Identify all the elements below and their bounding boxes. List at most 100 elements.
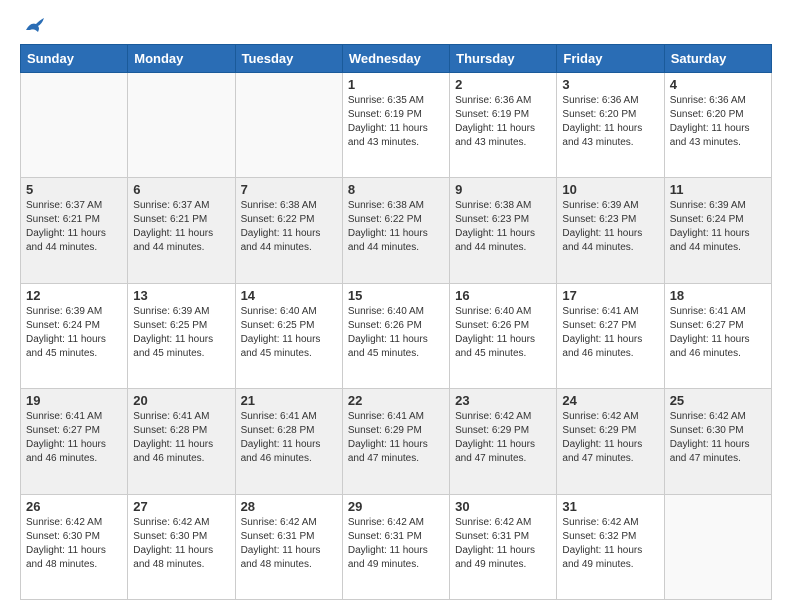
table-row: 24 Sunrise: 6:42 AM Sunset: 6:29 PM Dayli…: [557, 389, 664, 494]
day-number: 23: [455, 393, 551, 408]
day-number: 31: [562, 499, 658, 514]
table-row: 15Sunrise: 6:40 AM Sunset: 6:26 PM Dayli…: [342, 283, 449, 388]
day-info: Sunrise: 6:39 AM Sunset: 6:24 PM Dayligh…: [670, 199, 766, 255]
day-number: 28: [241, 499, 337, 514]
table-row: 22Sunrise: 6:41 AM Sunset: 6:29 PM Dayli…: [342, 389, 449, 494]
day-number: 29: [348, 499, 444, 514]
day-info: Sunrise: 6:41 AM Sunset: 6:27 PM Dayligh…: [26, 410, 122, 466]
day-info: Sunrise: 6:40 AM Sunset: 6:26 PM Dayligh…: [455, 305, 551, 361]
table-row: 3 Sunrise: 6:36 AM Sunset: 6:20 PM Daylig…: [557, 73, 664, 178]
day-info: Sunrise: 6:39 AM Sunset: 6:25 PM Dayligh…: [133, 305, 229, 361]
day-info: Sunrise: 6:41 AM Sunset: 6:29 PM Dayligh…: [348, 410, 444, 466]
day-number: 8: [348, 182, 444, 197]
calendar-week-row: 26 Sunrise: 6:42 AM Sunset: 6:30 PM Dayli…: [21, 494, 772, 599]
day-number: 27: [133, 499, 229, 514]
day-number: 17: [562, 288, 658, 303]
table-row: 5Sunrise: 6:37 AM Sunset: 6:21 PM Daylig…: [21, 178, 128, 283]
day-info: Sunrise: 6:36 AM Sunset: 6:19 PM Dayligh…: [455, 94, 551, 150]
day-info: Sunrise: 6:42 AM Sunset: 6:31 PM Dayligh…: [241, 516, 337, 572]
day-number: 16: [455, 288, 551, 303]
table-row: 14 Sunrise: 6:40 AM Sunset: 6:25 PM Dayli…: [235, 283, 342, 388]
day-info: Sunrise: 6:37 AM Sunset: 6:21 PM Dayligh…: [26, 199, 122, 255]
day-number: 13: [133, 288, 229, 303]
day-info: Sunrise: 6:37 AM Sunset: 6:21 PM Dayligh…: [133, 199, 229, 255]
day-info: Sunrise: 6:42 AM Sunset: 6:29 PM Dayligh…: [562, 410, 658, 466]
day-number: 30: [455, 499, 551, 514]
day-number: 24: [562, 393, 658, 408]
day-info: Sunrise: 6:36 AM Sunset: 6:20 PM Dayligh…: [562, 94, 658, 150]
day-number: 12: [26, 288, 122, 303]
day-info: Sunrise: 6:39 AM Sunset: 6:23 PM Dayligh…: [562, 199, 658, 255]
day-info: Sunrise: 6:42 AM Sunset: 6:32 PM Dayligh…: [562, 516, 658, 572]
day-number: 21: [241, 393, 337, 408]
table-row: 19 Sunrise: 6:41 AM Sunset: 6:27 PM Dayli…: [21, 389, 128, 494]
day-info: Sunrise: 6:38 AM Sunset: 6:23 PM Dayligh…: [455, 199, 551, 255]
calendar-header-row: Sunday Monday Tuesday Wednesday Thursday…: [21, 45, 772, 73]
page: Sunday Monday Tuesday Wednesday Thursday…: [0, 0, 792, 612]
table-row: 26 Sunrise: 6:42 AM Sunset: 6:30 PM Dayli…: [21, 494, 128, 599]
day-info: Sunrise: 6:40 AM Sunset: 6:26 PM Dayligh…: [348, 305, 444, 361]
table-row: 10 Sunrise: 6:39 AM Sunset: 6:23 PM Dayli…: [557, 178, 664, 283]
day-info: Sunrise: 6:40 AM Sunset: 6:25 PM Dayligh…: [241, 305, 337, 361]
table-row: 18 Sunrise: 6:41 AM Sunset: 6:27 PM Dayli…: [664, 283, 771, 388]
day-info: Sunrise: 6:42 AM Sunset: 6:31 PM Dayligh…: [348, 516, 444, 572]
table-row: 17 Sunrise: 6:41 AM Sunset: 6:27 PM Dayli…: [557, 283, 664, 388]
day-number: 18: [670, 288, 766, 303]
day-number: 9: [455, 182, 551, 197]
calendar-week-row: 1 Sunrise: 6:35 AM Sunset: 6:19 PM Daylig…: [21, 73, 772, 178]
table-row: 20 Sunrise: 6:41 AM Sunset: 6:28 PM Dayli…: [128, 389, 235, 494]
day-info: Sunrise: 6:42 AM Sunset: 6:30 PM Dayligh…: [26, 516, 122, 572]
col-sunday: Sunday: [21, 45, 128, 73]
day-info: Sunrise: 6:41 AM Sunset: 6:28 PM Dayligh…: [241, 410, 337, 466]
day-number: 6: [133, 182, 229, 197]
day-info: Sunrise: 6:42 AM Sunset: 6:29 PM Dayligh…: [455, 410, 551, 466]
calendar-week-row: 5Sunrise: 6:37 AM Sunset: 6:21 PM Daylig…: [21, 178, 772, 283]
table-row: 6 Sunrise: 6:37 AM Sunset: 6:21 PM Daylig…: [128, 178, 235, 283]
header: [20, 16, 772, 34]
table-row: 1 Sunrise: 6:35 AM Sunset: 6:19 PM Daylig…: [342, 73, 449, 178]
day-info: Sunrise: 6:36 AM Sunset: 6:20 PM Dayligh…: [670, 94, 766, 150]
day-info: Sunrise: 6:42 AM Sunset: 6:31 PM Dayligh…: [455, 516, 551, 572]
table-row: 8 Sunrise: 6:38 AM Sunset: 6:22 PM Daylig…: [342, 178, 449, 283]
table-row: 25 Sunrise: 6:42 AM Sunset: 6:30 PM Dayli…: [664, 389, 771, 494]
day-info: Sunrise: 6:42 AM Sunset: 6:30 PM Dayligh…: [133, 516, 229, 572]
day-number: 1: [348, 77, 444, 92]
calendar-week-row: 19 Sunrise: 6:41 AM Sunset: 6:27 PM Dayli…: [21, 389, 772, 494]
day-info: Sunrise: 6:41 AM Sunset: 6:27 PM Dayligh…: [562, 305, 658, 361]
day-number: 14: [241, 288, 337, 303]
col-wednesday: Wednesday: [342, 45, 449, 73]
table-row: [128, 73, 235, 178]
day-info: Sunrise: 6:41 AM Sunset: 6:28 PM Dayligh…: [133, 410, 229, 466]
day-number: 4: [670, 77, 766, 92]
day-number: 11: [670, 182, 766, 197]
table-row: 2Sunrise: 6:36 AM Sunset: 6:19 PM Daylig…: [450, 73, 557, 178]
table-row: 30 Sunrise: 6:42 AM Sunset: 6:31 PM Dayli…: [450, 494, 557, 599]
day-info: Sunrise: 6:41 AM Sunset: 6:27 PM Dayligh…: [670, 305, 766, 361]
col-thursday: Thursday: [450, 45, 557, 73]
table-row: [664, 494, 771, 599]
col-saturday: Saturday: [664, 45, 771, 73]
day-number: 25: [670, 393, 766, 408]
table-row: 27 Sunrise: 6:42 AM Sunset: 6:30 PM Dayli…: [128, 494, 235, 599]
day-number: 3: [562, 77, 658, 92]
day-number: 20: [133, 393, 229, 408]
day-info: Sunrise: 6:42 AM Sunset: 6:30 PM Dayligh…: [670, 410, 766, 466]
table-row: 11 Sunrise: 6:39 AM Sunset: 6:24 PM Dayli…: [664, 178, 771, 283]
table-row: [21, 73, 128, 178]
day-info: Sunrise: 6:39 AM Sunset: 6:24 PM Dayligh…: [26, 305, 122, 361]
day-number: 10: [562, 182, 658, 197]
col-friday: Friday: [557, 45, 664, 73]
day-number: 19: [26, 393, 122, 408]
table-row: [235, 73, 342, 178]
day-info: Sunrise: 6:38 AM Sunset: 6:22 PM Dayligh…: [241, 199, 337, 255]
table-row: 23 Sunrise: 6:42 AM Sunset: 6:29 PM Dayli…: [450, 389, 557, 494]
col-tuesday: Tuesday: [235, 45, 342, 73]
day-info: Sunrise: 6:38 AM Sunset: 6:22 PM Dayligh…: [348, 199, 444, 255]
logo: [20, 16, 46, 34]
table-row: 13 Sunrise: 6:39 AM Sunset: 6:25 PM Dayli…: [128, 283, 235, 388]
table-row: 21 Sunrise: 6:41 AM Sunset: 6:28 PM Dayli…: [235, 389, 342, 494]
day-info: Sunrise: 6:35 AM Sunset: 6:19 PM Dayligh…: [348, 94, 444, 150]
table-row: 9 Sunrise: 6:38 AM Sunset: 6:23 PM Daylig…: [450, 178, 557, 283]
day-number: 26: [26, 499, 122, 514]
table-row: 28 Sunrise: 6:42 AM Sunset: 6:31 PM Dayli…: [235, 494, 342, 599]
